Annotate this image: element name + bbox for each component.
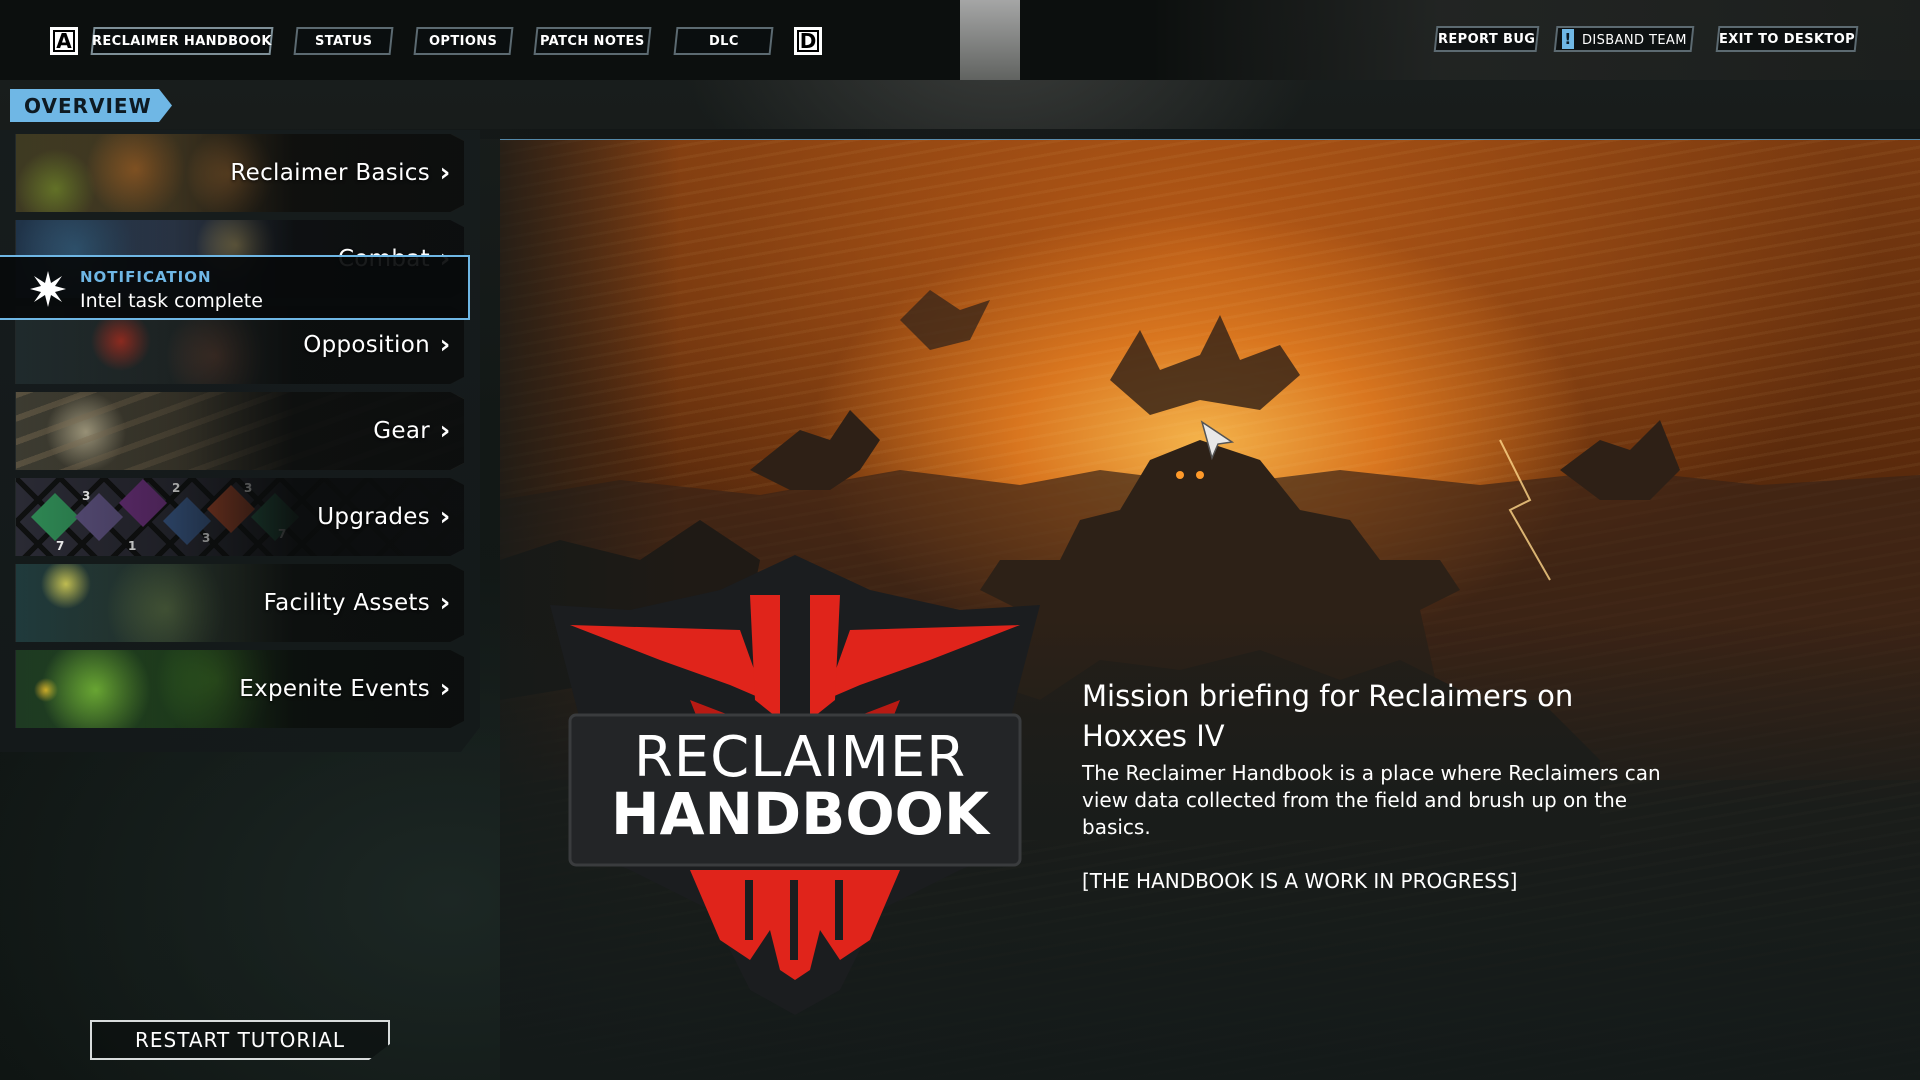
briefing-panel: Mission briefing for Reclaimers on Hoxxe… (1082, 676, 1672, 895)
menu-item-label: Facility Assets (263, 590, 430, 616)
menu-item-label: Gear (373, 418, 430, 444)
report-bug-button[interactable]: REPORT BUG (1433, 26, 1540, 52)
chevron-right-icon: › (439, 588, 451, 618)
tab-label: PATCH NOTES (540, 33, 645, 49)
next-tab-key-label: D (797, 30, 819, 52)
menu-item-facility-assets[interactable]: Facility Assets › (15, 564, 464, 642)
menu-item-expenite-events[interactable]: Expenite Events › (15, 650, 464, 728)
reclaimer-handbook-logo: RECLAIMER HANDBOOK (540, 550, 1050, 1020)
tab-patch-notes[interactable]: PATCH NOTES (533, 27, 652, 55)
chevron-right-icon: › (439, 674, 451, 704)
notification-text: Intel task complete (80, 290, 263, 312)
prev-tab-key-label: A (53, 30, 75, 52)
tab-options[interactable]: OPTIONS (413, 27, 514, 55)
prev-tab-key-badge[interactable]: A (50, 27, 78, 55)
disband-team-button[interactable]: ! DISBAND TEAM (1553, 26, 1695, 52)
chevron-right-icon: › (439, 502, 451, 532)
menu-item-label: Expenite Events (239, 676, 430, 702)
tab-label: OPTIONS (429, 33, 498, 49)
next-tab-key-badge[interactable]: D (794, 27, 822, 55)
chevron-right-icon: › (439, 416, 451, 446)
tab-status[interactable]: STATUS (293, 27, 394, 55)
top-bar: A RECLAIMER HANDBOOK STATUS OPTIONS PATC… (0, 0, 1920, 80)
tab-label: RECLAIMER HANDBOOK (92, 33, 272, 49)
briefing-note: [THE HANDBOOK IS A WORK IN PROGRESS] (1082, 869, 1518, 893)
chevron-right-icon: › (439, 158, 451, 188)
notification-title: NOTIFICATION (80, 268, 212, 286)
notification-toast: NOTIFICATION Intel task complete (0, 255, 470, 320)
report-bug-label: REPORT BUG (1437, 31, 1536, 47)
disband-team-label: DISBAND TEAM (1581, 33, 1687, 48)
warning-icon: ! (1561, 29, 1574, 49)
logo-title-line2: HANDBOOK (611, 780, 989, 848)
briefing-title: Mission briefing for Reclaimers on Hoxxe… (1082, 679, 1574, 753)
menu-item-label: Upgrades (317, 504, 430, 530)
handbook-menu-panel: Reclaimer Basics › Combat › Opposition ›… (0, 130, 480, 752)
exit-to-desktop-button[interactable]: EXIT TO DESKTOP (1715, 26, 1859, 52)
tab-label: STATUS (314, 33, 373, 49)
menu-item-label: Reclaimer Basics (230, 160, 430, 186)
section-label-overview: OVERVIEW (10, 89, 172, 122)
background-pillar (960, 0, 1020, 80)
tab-dlc[interactable]: DLC (673, 27, 774, 55)
briefing-body: The Reclaimer Handbook is a place where … (1082, 761, 1661, 839)
restart-tutorial-button[interactable]: RESTART TUTORIAL (90, 1020, 390, 1060)
menu-item-gear[interactable]: Gear › (15, 392, 464, 470)
menu-item-reclaimer-basics[interactable]: Reclaimer Basics › (15, 134, 464, 212)
starburst-icon (30, 271, 66, 307)
tab-label: DLC (708, 33, 739, 49)
menu-item-upgrades[interactable]: 3 2 3 7 1 3 7 Upgrades › (15, 478, 464, 556)
mouse-cursor-icon (1200, 420, 1234, 460)
exit-to-desktop-label: EXIT TO DESKTOP (1718, 31, 1856, 47)
tab-reclaimer-handbook[interactable]: RECLAIMER HANDBOOK (90, 27, 274, 55)
